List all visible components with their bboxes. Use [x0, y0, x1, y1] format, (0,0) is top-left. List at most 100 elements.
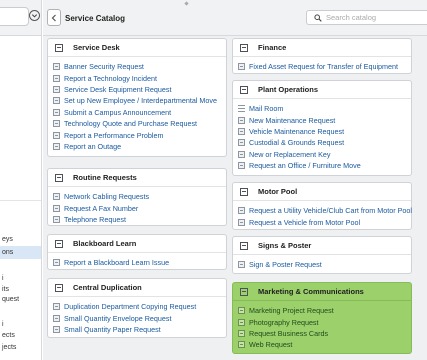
item-label: Banner Security Request: [64, 62, 144, 72]
collapse-icon[interactable]: [55, 173, 63, 182]
catalog-item[interactable]: Request a Vehicle from Motor Pool: [233, 216, 411, 227]
sidebar-item-selected[interactable]: ons: [0, 246, 41, 259]
card-header[interactable]: Marketing & Communications: [233, 283, 411, 301]
item-label: Custodial & Grounds Request: [249, 138, 345, 148]
form-icon: [53, 314, 60, 322]
card-header[interactable]: Plant Operations: [233, 81, 411, 99]
collapse-icon[interactable]: [240, 43, 248, 52]
card-title: Finance: [258, 43, 287, 52]
card-header[interactable]: Service Desk: [48, 39, 226, 57]
collapse-icon[interactable]: [55, 283, 63, 292]
card-blackboard-learn: Blackboard Learn Report a Blackboard Lea…: [47, 234, 227, 270]
item-label: Fixed Asset Request for Transfer of Equi…: [249, 62, 399, 72]
card-title: Motor Pool: [258, 187, 298, 196]
catalog-item[interactable]: Telephone Request: [48, 214, 226, 225]
catalog-item[interactable]: Report a Performance Problem: [48, 129, 226, 140]
search-input[interactable]: [326, 13, 426, 22]
catalog-item[interactable]: Duplication Department Copying Request: [48, 301, 226, 312]
card-motor-pool: Motor Pool Request a Utility Vehicle/Clu…: [232, 182, 412, 230]
card-header[interactable]: Blackboard Learn: [48, 235, 226, 253]
catalog-item[interactable]: Sign & Poster Request: [233, 259, 411, 270]
form-icon: [53, 193, 60, 201]
catalog-item[interactable]: Request an Office / Furniture Move: [233, 160, 411, 171]
back-button[interactable]: [47, 9, 61, 26]
catalog-item[interactable]: New or Replacement Key: [233, 149, 411, 160]
catalog-item[interactable]: Mail Room: [233, 103, 411, 114]
catalog-item[interactable]: Request A Fax Number: [48, 202, 226, 213]
card-title: Central Duplication: [73, 283, 142, 292]
collapse-icon[interactable]: [240, 85, 248, 94]
catalog-item[interactable]: Custodial & Grounds Request: [233, 137, 411, 148]
collapse-icon[interactable]: [55, 239, 63, 248]
item-label: Small Quantity Paper Request: [64, 324, 161, 334]
card-signs-poster: Signs & Poster Sign & Poster Request: [232, 236, 412, 274]
sidebar-item[interactable]: its: [2, 286, 9, 293]
sidebar-item[interactable]: quest: [2, 296, 19, 303]
form-icon: [238, 139, 245, 147]
catalog-item[interactable]: New Maintenance Request: [233, 114, 411, 125]
catalog-item[interactable]: Technology Quote and Purchase Request: [48, 118, 226, 129]
item-label: Report a Blackboard Learn Issue: [64, 258, 170, 268]
form-icon: [53, 108, 60, 116]
card-header[interactable]: Motor Pool: [233, 183, 411, 201]
item-label: Sign & Poster Request: [249, 260, 322, 270]
collapse-icon[interactable]: [55, 43, 63, 52]
item-label: Report a Performance Problem: [64, 130, 164, 140]
card-title: Service Desk: [73, 43, 120, 52]
catalog-item[interactable]: Request Business Cards: [233, 328, 411, 339]
form-icon: [53, 97, 60, 105]
card-header[interactable]: Central Duplication: [48, 279, 226, 297]
sidebar-item[interactable]: ects: [2, 332, 15, 339]
form-icon: [53, 204, 60, 212]
catalog-item[interactable]: Small Quantity Paper Request: [48, 324, 226, 335]
sidebar-search-field[interactable]: [0, 7, 29, 26]
catalog-item[interactable]: Banner Security Request: [48, 61, 226, 72]
item-label: Vehicle Maintenance Request: [249, 126, 345, 136]
catalog-item[interactable]: Web Request: [233, 339, 411, 350]
sidebar-header: [0, 0, 41, 36]
item-label: Mail Room: [249, 104, 284, 114]
item-label: Set up New Employee / Interdepartmental …: [64, 96, 218, 106]
form-icon: [238, 150, 245, 158]
card-header[interactable]: Signs & Poster: [233, 237, 411, 255]
card-title: Blackboard Learn: [73, 239, 137, 248]
item-label: Technology Quote and Purchase Request: [64, 119, 198, 129]
catalog-item[interactable]: Fixed Asset Request for Transfer of Equi…: [233, 61, 411, 72]
sidebar-item[interactable]: i: [2, 275, 4, 282]
catalog-item[interactable]: Small Quantity Envelope Request: [48, 312, 226, 323]
search-box[interactable]: [306, 10, 427, 25]
sidebar-item[interactable]: i: [2, 321, 4, 328]
form-icon: [53, 325, 60, 333]
page-title: Service Catalog: [65, 14, 126, 23]
catalog-item[interactable]: Report a Blackboard Learn Issue: [48, 257, 226, 268]
card-header[interactable]: Finance: [233, 39, 411, 57]
item-label: Request A Fax Number: [64, 203, 139, 213]
form-icon: [53, 63, 60, 71]
catalog-item[interactable]: Service Desk Equipment Request: [48, 84, 226, 95]
catalog-item[interactable]: Submit a Campus Announcement: [48, 107, 226, 118]
collapse-icon[interactable]: [240, 287, 248, 296]
card-header[interactable]: Routine Requests: [48, 169, 226, 187]
catalog-item[interactable]: Report an Outage: [48, 141, 226, 152]
sidebar-divider: [0, 200, 41, 201]
chevron-down-icon[interactable]: [29, 10, 40, 21]
item-label: Duplication Department Copying Request: [64, 302, 197, 312]
catalog-item[interactable]: Photography Request: [233, 316, 411, 327]
collapse-icon[interactable]: [240, 241, 248, 250]
catalog-item[interactable]: Network Cabling Requests: [48, 191, 226, 202]
item-label: Report a Technology Incident: [64, 73, 157, 83]
collapse-icon[interactable]: [240, 187, 248, 196]
item-label: Request Business Cards: [249, 328, 329, 338]
form-icon: [238, 63, 245, 71]
catalog-item[interactable]: Set up New Employee / Interdepartmental …: [48, 95, 226, 106]
form-icon: [53, 303, 60, 311]
item-label: New Maintenance Request: [249, 115, 336, 125]
card-title: Marketing & Communications: [258, 287, 364, 296]
catalog-item[interactable]: Marketing Project Request: [233, 305, 411, 316]
catalog-item[interactable]: Report a Technology Incident: [48, 72, 226, 83]
item-label: Service Desk Equipment Request: [64, 84, 172, 94]
catalog-item[interactable]: Request a Utility Vehicle/Club Cart from…: [233, 205, 412, 216]
sidebar-item[interactable]: eys: [2, 236, 13, 243]
sidebar-item[interactable]: jects: [2, 344, 16, 351]
catalog-item[interactable]: Vehicle Maintenance Request: [233, 126, 411, 137]
